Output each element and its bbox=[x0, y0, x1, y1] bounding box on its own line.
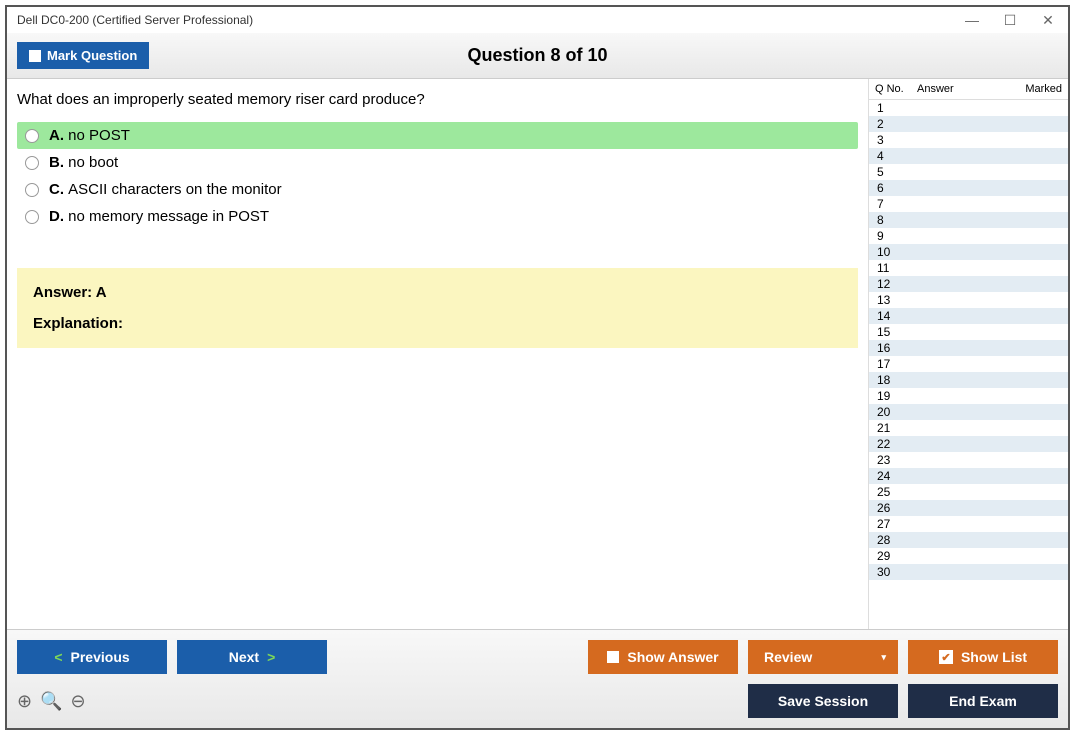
header-bar: Mark Question Question 8 of 10 bbox=[7, 33, 1068, 79]
zoom-out-icon[interactable]: ⊖ bbox=[71, 691, 86, 712]
list-row[interactable]: 25 bbox=[869, 484, 1068, 500]
list-row[interactable]: 12 bbox=[869, 276, 1068, 292]
mark-question-button[interactable]: Mark Question bbox=[17, 42, 149, 69]
list-row[interactable]: 14 bbox=[869, 308, 1068, 324]
footer: < Previous Next > Show Answer Review ▾ ✔… bbox=[7, 629, 1068, 728]
list-row[interactable]: 26 bbox=[869, 500, 1068, 516]
list-row[interactable]: 17 bbox=[869, 356, 1068, 372]
minimize-icon[interactable]: — bbox=[962, 12, 982, 29]
col-qno: Q No. bbox=[875, 83, 917, 95]
option-text: B. no boot bbox=[49, 154, 118, 171]
list-row[interactable]: 20 bbox=[869, 404, 1068, 420]
show-list-label: Show List bbox=[961, 649, 1027, 665]
previous-button[interactable]: < Previous bbox=[17, 640, 167, 674]
list-row[interactable]: 29 bbox=[869, 548, 1068, 564]
list-row[interactable]: 15 bbox=[869, 324, 1068, 340]
end-exam-label: End Exam bbox=[949, 693, 1017, 709]
radio-icon bbox=[25, 183, 39, 197]
show-answer-button[interactable]: Show Answer bbox=[588, 640, 738, 674]
footer-right-buttons: Save Session End Exam bbox=[748, 684, 1058, 718]
explanation-label: Explanation: bbox=[33, 315, 842, 332]
option-c[interactable]: C. ASCII characters on the monitor bbox=[17, 176, 858, 203]
col-marked: Marked bbox=[1012, 83, 1062, 95]
review-label: Review bbox=[764, 649, 812, 665]
mark-question-label: Mark Question bbox=[47, 48, 137, 63]
list-row[interactable]: 23 bbox=[869, 452, 1068, 468]
answer-label: Answer: A bbox=[33, 284, 842, 301]
list-row[interactable]: 27 bbox=[869, 516, 1068, 532]
zoom-reset-icon[interactable]: 🔍 bbox=[40, 691, 62, 712]
checkbox-icon bbox=[29, 50, 41, 62]
options-list: A. no POST B. no boot C. ASCII characters … bbox=[17, 122, 858, 230]
window-title: Dell DC0-200 (Certified Server Professio… bbox=[17, 13, 253, 27]
col-answer: Answer bbox=[917, 83, 1012, 95]
option-text: D. no memory message in POST bbox=[49, 208, 269, 225]
list-row[interactable]: 22 bbox=[869, 436, 1068, 452]
list-row[interactable]: 7 bbox=[869, 196, 1068, 212]
end-exam-button[interactable]: End Exam bbox=[908, 684, 1058, 718]
option-d[interactable]: D. no memory message in POST bbox=[17, 203, 858, 230]
list-row[interactable]: 13 bbox=[869, 292, 1068, 308]
checkbox-checked-icon: ✔ bbox=[939, 650, 953, 664]
list-row[interactable]: 28 bbox=[869, 532, 1068, 548]
list-body[interactable]: 1234567891011121314151617181920212223242… bbox=[869, 100, 1068, 629]
save-session-button[interactable]: Save Session bbox=[748, 684, 898, 718]
list-row[interactable]: 21 bbox=[869, 420, 1068, 436]
chevron-right-icon: > bbox=[267, 649, 275, 665]
list-row[interactable]: 3 bbox=[869, 132, 1068, 148]
titlebar: Dell DC0-200 (Certified Server Professio… bbox=[7, 7, 1068, 33]
list-row[interactable]: 1 bbox=[869, 100, 1068, 116]
previous-label: Previous bbox=[71, 649, 130, 665]
checkbox-icon bbox=[607, 651, 619, 663]
option-letter: D. bbox=[49, 208, 68, 225]
option-a[interactable]: A. no POST bbox=[17, 122, 858, 149]
list-row[interactable]: 11 bbox=[869, 260, 1068, 276]
save-session-label: Save Session bbox=[778, 693, 868, 709]
radio-icon bbox=[25, 156, 39, 170]
list-row[interactable]: 24 bbox=[869, 468, 1068, 484]
chevron-down-icon: ▾ bbox=[881, 652, 886, 663]
close-icon[interactable]: ✕ bbox=[1038, 12, 1058, 29]
answer-box: Answer: A Explanation: bbox=[17, 268, 858, 348]
next-label: Next bbox=[229, 649, 259, 665]
maximize-icon[interactable]: ☐ bbox=[1000, 12, 1020, 29]
option-letter: B. bbox=[49, 154, 68, 171]
main-panel: What does an improperly seated memory ri… bbox=[7, 79, 868, 629]
chevron-left-icon: < bbox=[54, 649, 62, 665]
list-row[interactable]: 18 bbox=[869, 372, 1068, 388]
radio-icon bbox=[25, 129, 39, 143]
list-row[interactable]: 6 bbox=[869, 180, 1068, 196]
footer-row-2: ⊕ 🔍 ⊖ Save Session End Exam bbox=[17, 684, 1058, 718]
option-text: A. no POST bbox=[49, 127, 130, 144]
question-text: What does an improperly seated memory ri… bbox=[17, 91, 858, 108]
list-header: Q No. Answer Marked bbox=[869, 79, 1068, 100]
list-row[interactable]: 5 bbox=[869, 164, 1068, 180]
list-row[interactable]: 2 bbox=[869, 116, 1068, 132]
list-row[interactable]: 19 bbox=[869, 388, 1068, 404]
zoom-controls: ⊕ 🔍 ⊖ bbox=[17, 691, 86, 712]
app-window: Dell DC0-200 (Certified Server Professio… bbox=[5, 5, 1070, 730]
show-answer-label: Show Answer bbox=[627, 649, 718, 665]
list-row[interactable]: 9 bbox=[869, 228, 1068, 244]
next-button[interactable]: Next > bbox=[177, 640, 327, 674]
list-row[interactable]: 8 bbox=[869, 212, 1068, 228]
zoom-in-icon[interactable]: ⊕ bbox=[17, 691, 32, 712]
option-b[interactable]: B. no boot bbox=[17, 149, 858, 176]
radio-icon bbox=[25, 210, 39, 224]
list-row[interactable]: 10 bbox=[869, 244, 1068, 260]
option-text: C. ASCII characters on the monitor bbox=[49, 181, 282, 198]
list-row[interactable]: 16 bbox=[869, 340, 1068, 356]
review-button[interactable]: Review ▾ bbox=[748, 640, 898, 674]
footer-row-1: < Previous Next > Show Answer Review ▾ ✔… bbox=[17, 640, 1058, 674]
option-letter: C. bbox=[49, 181, 68, 198]
body: What does an improperly seated memory ri… bbox=[7, 79, 1068, 629]
question-counter: Question 8 of 10 bbox=[467, 45, 607, 66]
show-list-button[interactable]: ✔ Show List bbox=[908, 640, 1058, 674]
question-list-sidebar: Q No. Answer Marked 12345678910111213141… bbox=[868, 79, 1068, 629]
list-row[interactable]: 30 bbox=[869, 564, 1068, 580]
list-row[interactable]: 4 bbox=[869, 148, 1068, 164]
option-letter: A. bbox=[49, 127, 68, 144]
window-controls: — ☐ ✕ bbox=[962, 12, 1058, 29]
